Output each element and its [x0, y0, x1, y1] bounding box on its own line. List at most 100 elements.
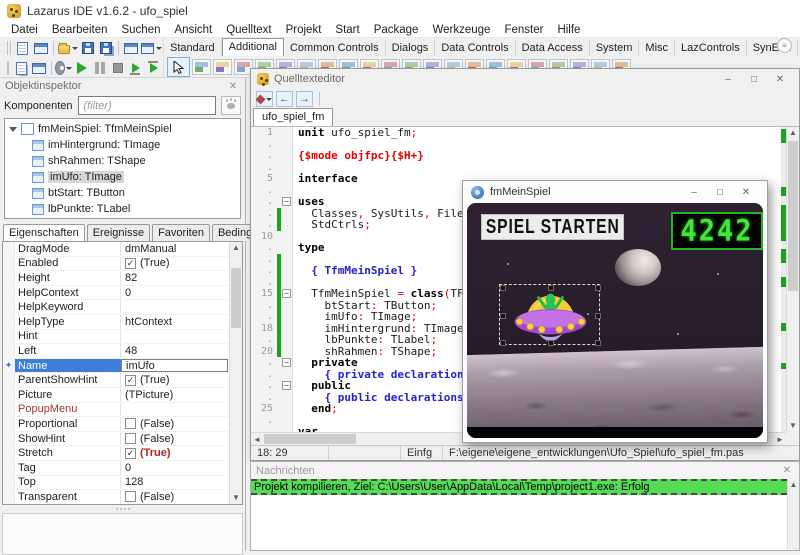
- tree-item-lbPunkte[interactable]: lbPunkte: TLabel: [5, 201, 240, 217]
- checkbox-icon[interactable]: [125, 433, 136, 444]
- property-value[interactable]: 128: [121, 476, 242, 490]
- close-icon[interactable]: ✕: [780, 465, 794, 476]
- property-value[interactable]: imUfo: [121, 359, 242, 373]
- navigate-forward-button[interactable]: →: [296, 91, 313, 107]
- selection-handle[interactable]: [548, 285, 554, 291]
- palette-tab-data-access[interactable]: Data Access: [516, 40, 590, 56]
- editor-vscrollbar[interactable]: ▲ ▼: [786, 127, 799, 432]
- palette-tab-dialogs[interactable]: Dialogs: [386, 40, 436, 56]
- minimize-icon[interactable]: –: [715, 70, 741, 88]
- property-value[interactable]: ✓(True): [121, 373, 242, 387]
- property-row-helpkeyword[interactable]: HelpKeyword: [3, 300, 242, 315]
- tree-item-imHintergrund[interactable]: imHintergrund: TImage: [5, 137, 240, 153]
- form-titlebar[interactable]: fmMeinSpiel – □ ✕: [463, 181, 767, 203]
- palette-tab-misc[interactable]: Misc: [639, 40, 675, 56]
- selection-handle[interactable]: [500, 285, 506, 291]
- scroll-up-icon[interactable]: ▲: [787, 127, 799, 139]
- toolbar-grip[interactable]: [7, 41, 11, 55]
- tab-ereignisse[interactable]: Ereignisse: [87, 224, 150, 241]
- filter-options-button[interactable]: [221, 96, 241, 115]
- maximize-icon[interactable]: □: [741, 70, 767, 88]
- checkbox-icon[interactable]: [125, 418, 136, 429]
- checkbox-icon[interactable]: ✓: [125, 448, 136, 459]
- checkbox-icon[interactable]: [125, 491, 136, 502]
- property-value[interactable]: (False): [121, 490, 242, 504]
- menu-quelltext[interactable]: Quelltext: [219, 23, 278, 37]
- property-row-picture[interactable]: Picture(TPicture): [3, 388, 242, 403]
- palette-tab-common-controls[interactable]: Common Controls: [284, 40, 386, 56]
- property-value[interactable]: ✓(True): [121, 257, 242, 271]
- property-value[interactable]: [121, 330, 242, 344]
- menu-fenster[interactable]: Fenster: [497, 23, 550, 37]
- close-icon[interactable]: ✕: [767, 70, 793, 88]
- palette-tab-standard[interactable]: Standard: [164, 40, 222, 56]
- property-value-editor[interactable]: imUfo: [121, 359, 228, 373]
- property-row-popupmenu[interactable]: PopupMenu: [3, 403, 242, 418]
- property-value[interactable]: 48: [121, 344, 242, 358]
- property-value[interactable]: 0: [121, 286, 242, 300]
- pointer-tool-button[interactable]: [167, 57, 190, 77]
- message-row[interactable]: Projekt kompilieren, Ziel: C:\Users\User…: [251, 479, 787, 495]
- save-button[interactable]: [79, 39, 97, 57]
- property-value[interactable]: (False): [121, 432, 242, 446]
- step-into-button[interactable]: [127, 59, 145, 77]
- property-row-showhint[interactable]: ShowHint(False): [3, 432, 242, 447]
- property-row-stretch[interactable]: Stretch✓(True): [3, 446, 242, 461]
- selection-handle[interactable]: [595, 285, 601, 291]
- menu-werkzeuge[interactable]: Werkzeuge: [425, 23, 497, 37]
- menu-start[interactable]: Start: [328, 23, 366, 37]
- property-row-helptype[interactable]: HelpTypehtContext: [3, 315, 242, 330]
- jump-history-button[interactable]: [256, 91, 273, 107]
- new-form-button[interactable]: [32, 39, 50, 57]
- property-value[interactable]: ✓(True): [121, 446, 242, 460]
- selection-handle[interactable]: [595, 313, 601, 319]
- scroll-right-icon[interactable]: ►: [774, 433, 786, 445]
- tree-item-root[interactable]: fmMeinSpiel: TfmMeinSpiel: [5, 121, 240, 137]
- menu-projekt[interactable]: Projekt: [279, 23, 329, 37]
- tab-favoriten[interactable]: Favoriten: [152, 224, 210, 241]
- fold-marker-icon[interactable]: −: [282, 197, 291, 206]
- pause-button[interactable]: [91, 59, 109, 77]
- open-button[interactable]: [57, 39, 80, 57]
- view-forms-button[interactable]: [30, 59, 48, 77]
- new-unit-button[interactable]: [14, 39, 32, 57]
- fold-marker-icon[interactable]: −: [282, 358, 291, 367]
- scroll-up-icon[interactable]: ▲: [230, 242, 242, 254]
- selection-marquee[interactable]: [499, 284, 600, 345]
- stop-button[interactable]: [109, 59, 127, 77]
- step-over-button[interactable]: [145, 59, 163, 77]
- navigate-back-button[interactable]: ←: [276, 91, 293, 107]
- property-row-hint[interactable]: Hint: [3, 330, 242, 345]
- property-row-height[interactable]: Height82: [3, 271, 242, 286]
- property-row-parentshowhint[interactable]: ParentShowHint✓(True): [3, 373, 242, 388]
- start-game-button[interactable]: SPIEL STARTEN: [481, 214, 624, 240]
- close-icon[interactable]: ✕: [733, 183, 759, 201]
- scrollbar-thumb[interactable]: [264, 434, 356, 444]
- property-row-top[interactable]: Top128: [3, 476, 242, 491]
- property-value[interactable]: [121, 300, 242, 314]
- tab-ufo-spiel-fm[interactable]: ufo_spiel_fm: [253, 108, 333, 126]
- scrollbar-thumb[interactable]: [788, 141, 798, 291]
- close-icon[interactable]: ✕: [226, 81, 240, 92]
- palette-component-icon[interactable]: [213, 59, 232, 75]
- view-form-menu-button[interactable]: [140, 39, 163, 57]
- toolbar-grip[interactable]: [7, 61, 9, 75]
- palette-tab-additional[interactable]: Additional: [222, 38, 284, 56]
- fold-marker-icon[interactable]: −: [282, 289, 291, 298]
- scroll-left-icon[interactable]: ◄: [251, 433, 263, 445]
- checkbox-icon[interactable]: ✓: [125, 375, 136, 386]
- code-line[interactable]: .{$mode objfpc}{$H+}: [251, 150, 786, 162]
- save-all-button[interactable]: [97, 39, 115, 57]
- selection-handle[interactable]: [595, 340, 601, 346]
- scroll-down-icon[interactable]: ▼: [230, 492, 242, 504]
- tree-item-btStart[interactable]: btStart: TButton: [5, 185, 240, 201]
- toggle-form-unit-button[interactable]: [122, 39, 140, 57]
- property-row-helpcontext[interactable]: HelpContext0: [3, 286, 242, 301]
- menu-suchen[interactable]: Suchen: [114, 23, 167, 37]
- build-mode-button[interactable]: [55, 59, 73, 77]
- selection-handle[interactable]: [500, 313, 506, 319]
- palette-overflow-button[interactable]: ≡: [777, 38, 792, 53]
- fold-marker-icon[interactable]: −: [282, 381, 291, 390]
- property-row-name[interactable]: ✦NameimUfo: [3, 359, 242, 374]
- code-line[interactable]: 1unit ufo_spiel_fm;: [251, 127, 786, 139]
